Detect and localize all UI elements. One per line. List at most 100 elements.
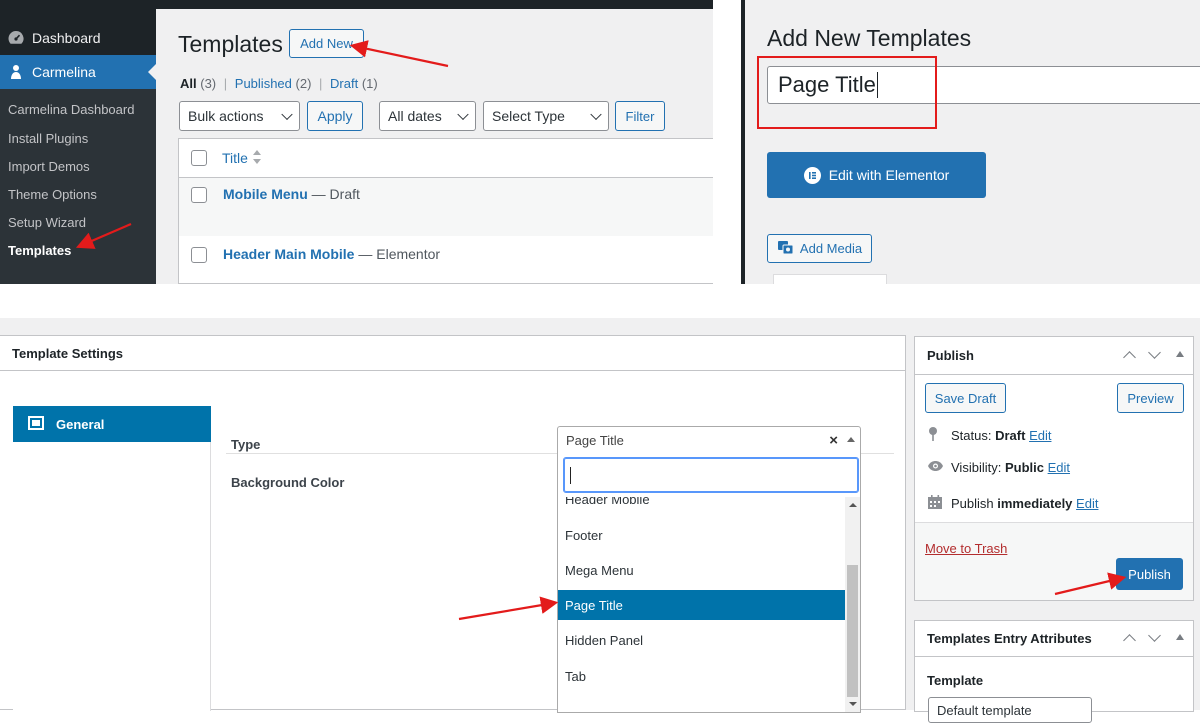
dropdown-options: Header Mobile Footer Mega Menu Page Titl… [558, 497, 845, 712]
template-select[interactable]: Default template [928, 697, 1092, 723]
submenu-import-demos[interactable]: Import Demos [8, 159, 90, 174]
row-title-cell: Mobile Menu — Draft [223, 186, 360, 202]
apply-button[interactable]: Apply [307, 101, 363, 131]
option-mega-menu[interactable]: Mega Menu [558, 555, 845, 585]
row-title-cell: Header Main Mobile — Elementor [223, 246, 440, 262]
filter-separator: | [319, 76, 323, 91]
toggle-panel-icon[interactable] [1176, 351, 1184, 357]
carmelina-submenu: Carmelina Dashboard Install Plugins Impo… [0, 89, 156, 284]
publish-actions: Move to Trash Publish [915, 522, 1193, 600]
move-to-trash-link[interactable]: Move to Trash [925, 541, 1007, 556]
add-new-button[interactable]: Add New [289, 29, 364, 58]
templates-list-screen: Dashboard Carmelina Carmelina Dashboard … [0, 0, 713, 284]
toggle-panel-icon[interactable] [1176, 634, 1184, 640]
editor-toolbar [773, 274, 887, 284]
filter-published[interactable]: Published [235, 76, 292, 91]
sidebar-item-carmelina[interactable]: Carmelina [0, 55, 156, 89]
template-settings-header: Template Settings [0, 336, 905, 371]
dashboard-icon [0, 29, 32, 47]
row-checkbox[interactable] [191, 247, 207, 263]
chevron-down-icon [590, 108, 602, 121]
calendar-icon [927, 494, 951, 513]
publish-button[interactable]: Publish [1116, 558, 1183, 590]
option-hidden-panel[interactable]: Hidden Panel [558, 625, 845, 655]
edit-publish-date-link[interactable]: Edit [1076, 496, 1098, 511]
panel-gap [0, 284, 1200, 318]
status-label: Status: [951, 428, 992, 443]
type-select-control[interactable]: Page Title × [557, 426, 861, 454]
dates-select[interactable]: All dates [379, 101, 476, 131]
carmelina-icon [0, 63, 32, 81]
page-title: Templates [178, 31, 283, 57]
publish-box-title: Publish [927, 348, 974, 363]
option-header-mobile[interactable]: Header Mobile [558, 497, 845, 514]
row-checkbox[interactable] [191, 187, 207, 203]
table-row: Header Main Mobile — Elementor [179, 236, 713, 284]
sidebar-item-label: Carmelina [32, 64, 96, 80]
add-media-button[interactable]: Add Media [767, 234, 872, 263]
publish-date-label: Publish [951, 496, 994, 511]
dropdown-search-input[interactable] [563, 457, 859, 493]
publish-box: Publish Save Draft Preview Status: Draft… [914, 336, 1194, 601]
edit-visibility-link[interactable]: Edit [1048, 460, 1070, 475]
filter-published-count: (2) [295, 76, 312, 91]
submenu-templates[interactable]: Templates [8, 243, 71, 258]
add-media-label: Add Media [799, 241, 863, 256]
template-select-value: Default template [937, 703, 1032, 718]
bulk-actions-select[interactable]: Bulk actions [179, 101, 300, 131]
dropdown-scrollbar[interactable] [845, 497, 860, 712]
highlight-box [757, 56, 937, 129]
scroll-up-icon[interactable] [849, 503, 857, 507]
visibility-label: Visibility: [951, 460, 1002, 475]
filter-draft-count: (1) [361, 76, 378, 91]
tab-general-label: General [56, 416, 105, 432]
template-label: Template [927, 673, 984, 688]
column-title[interactable]: Title [222, 150, 248, 166]
admin-sidebar: Dashboard Carmelina Carmelina Dashboard … [0, 0, 156, 284]
visibility-row: Visibility: Public Edit [927, 460, 1070, 475]
sidebar-item-label: Dashboard [32, 30, 101, 46]
publish-date-value: immediately [997, 496, 1073, 511]
save-draft-button[interactable]: Save Draft [925, 383, 1006, 413]
status-filters: All (3) | Published (2) | Draft (1) [180, 76, 378, 91]
clear-icon[interactable]: × [829, 432, 838, 449]
row-title-link[interactable]: Header Main Mobile [223, 246, 354, 262]
filter-all-count: (3) [200, 76, 217, 91]
elementor-button-label: Edit with Elementor [828, 167, 950, 183]
edit-status-link[interactable]: Edit [1029, 428, 1051, 443]
panel-separator [713, 0, 741, 284]
option-page-title[interactable]: Page Title [558, 590, 845, 620]
option-tab[interactable]: Tab [558, 661, 845, 691]
tab-general[interactable]: General [13, 406, 211, 442]
submenu-carmelina-dashboard[interactable]: Carmelina Dashboard [8, 102, 134, 117]
filter-all[interactable]: All [180, 76, 197, 91]
row-state: — Elementor [358, 246, 441, 262]
elementor-icon [803, 166, 821, 184]
submenu-setup-wizard[interactable]: Setup Wizard [8, 215, 86, 230]
pin-icon [927, 426, 951, 445]
edit-with-elementor-button[interactable]: Edit with Elementor [767, 152, 986, 198]
sidebar-item-dashboard[interactable]: Dashboard [0, 21, 156, 55]
type-select[interactable]: Select Type [483, 101, 609, 131]
template-settings-screen: Template Settings General Type Backgroun… [0, 318, 1200, 723]
submenu-theme-options[interactable]: Theme Options [8, 187, 97, 202]
preview-button[interactable]: Preview [1117, 383, 1184, 413]
chevron-down-icon [281, 108, 293, 121]
scroll-down-icon[interactable] [849, 702, 857, 706]
scrollbar-thumb[interactable] [847, 565, 858, 697]
sort-icon [252, 149, 262, 168]
select-all-checkbox[interactable] [191, 150, 207, 166]
text-cursor [570, 466, 571, 484]
status-row: Status: Draft Edit [927, 426, 1051, 445]
submenu-install-plugins[interactable]: Install Plugins [8, 131, 88, 146]
type-label: Type [231, 437, 261, 452]
filter-button[interactable]: Filter [615, 101, 665, 131]
filter-draft[interactable]: Draft [330, 76, 358, 91]
editor-heading: Add New Templates [767, 25, 972, 51]
option-footer[interactable]: Footer [558, 520, 845, 550]
select-value: Select Type [492, 108, 565, 124]
visibility-value: Public [1004, 460, 1044, 475]
attributes-box: Templates Entry Attributes Template Defa… [914, 620, 1194, 723]
row-title-link[interactable]: Mobile Menu [223, 186, 308, 202]
templates-table: Title Mobile Menu — Draft Header Main Mo… [178, 138, 713, 284]
